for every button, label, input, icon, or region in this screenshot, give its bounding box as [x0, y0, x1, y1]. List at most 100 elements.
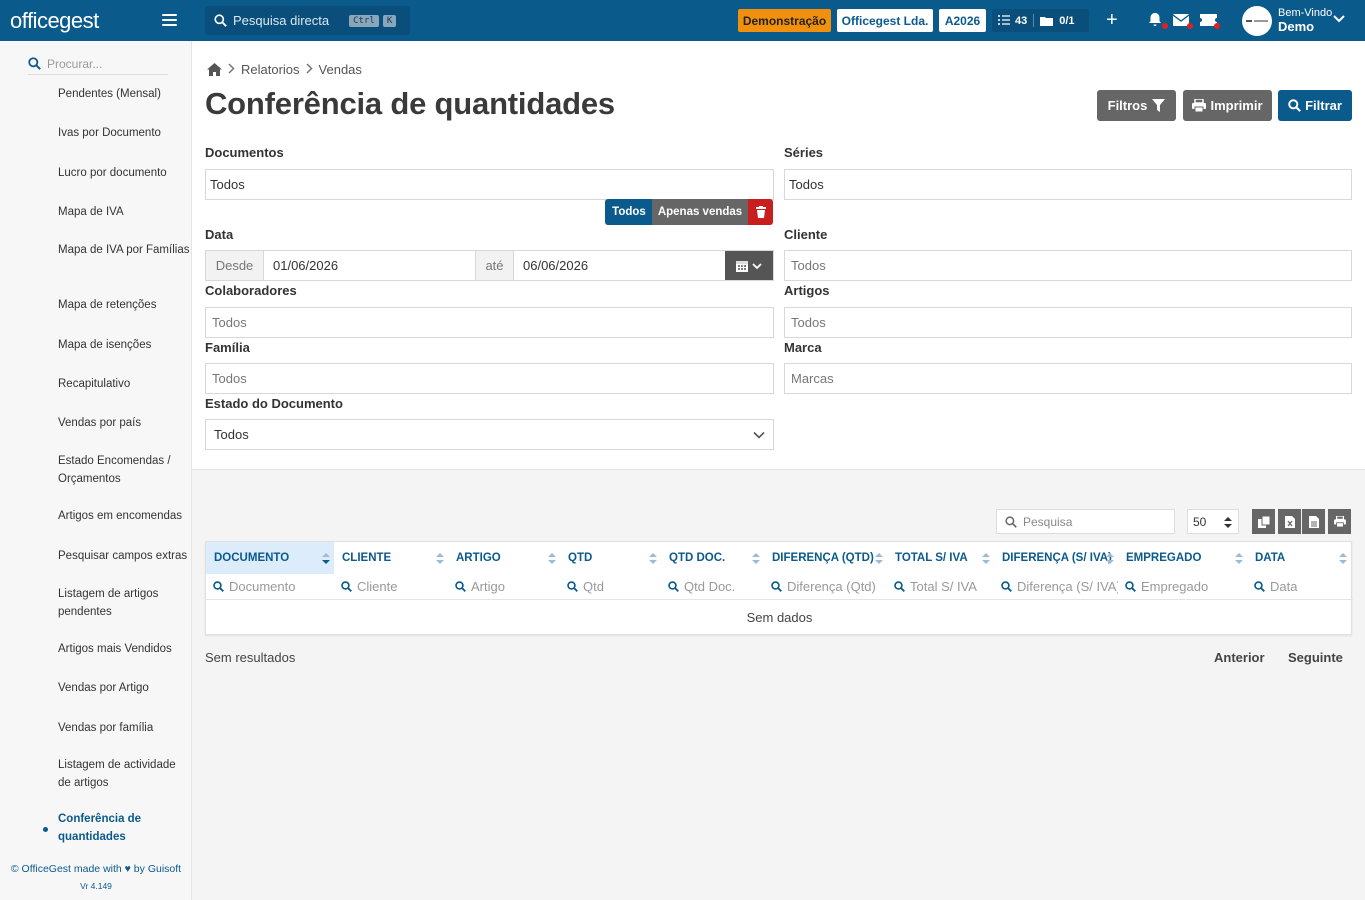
- csv-button[interactable]: [1302, 509, 1325, 534]
- user-welcome[interactable]: Bem-Vindo Demo: [1278, 7, 1332, 34]
- artigos-field[interactable]: Todos: [784, 307, 1352, 338]
- column-header-qtd[interactable]: QTD: [560, 542, 661, 574]
- column-header-data[interactable]: DATA: [1247, 542, 1351, 574]
- sidebar-item[interactable]: Mapa de retenções: [58, 296, 190, 314]
- active-indicator-icon: [43, 827, 48, 832]
- estado-select[interactable]: Todos: [205, 419, 774, 450]
- breadcrumb-item[interactable]: Relatorios: [241, 62, 300, 77]
- sidebar-item[interactable]: Pendentes (Mensal): [58, 85, 190, 103]
- apenas-vendas-button[interactable]: Apenas vendas: [652, 199, 748, 225]
- cliente-field[interactable]: Todos: [784, 250, 1352, 281]
- mail-icon[interactable]: [1172, 12, 1193, 29]
- demo-badge[interactable]: Demonstração: [738, 9, 831, 32]
- sidebar-search-input[interactable]: Procurar...: [28, 53, 168, 75]
- column-header-diferenca-s-iva[interactable]: DIFERENÇA (S/ IVA): [994, 542, 1118, 574]
- sidebar-item[interactable]: Vendas por Artigo: [58, 679, 190, 697]
- colaboradores-field[interactable]: Todos: [205, 307, 774, 338]
- sidebar-item[interactable]: Mapa de IVA por Famílias: [58, 241, 190, 259]
- column-filter-artigo[interactable]: Artigo: [448, 574, 560, 598]
- column-filter-qtd-doc[interactable]: Qtd Doc.: [661, 574, 764, 598]
- column-header-diferenca-qtd[interactable]: DIFERENÇA (QTD): [764, 542, 887, 574]
- global-search[interactable]: Pesquisa directa Ctrl K: [205, 6, 410, 35]
- sidebar-item[interactable]: Pesquisar campos extras: [58, 547, 190, 565]
- table-search-input[interactable]: Pesquisa: [996, 509, 1175, 534]
- sort-updown-icon: [1224, 517, 1232, 528]
- imprimir-button[interactable]: Imprimir: [1183, 90, 1272, 121]
- welcome-label: Bem-Vindo: [1278, 7, 1333, 19]
- sidebar-item[interactable]: Mapa de IVA: [58, 203, 190, 221]
- chevron-down-icon: [753, 431, 765, 439]
- bell-icon[interactable]: [1148, 12, 1168, 29]
- avatar[interactable]: [1242, 6, 1272, 36]
- column-filter-empregado[interactable]: Empregado: [1118, 574, 1247, 598]
- footer-version: Vr 4.149: [80, 881, 112, 891]
- date-from-input[interactable]: 01/06/2026: [264, 251, 476, 280]
- company-badge[interactable]: Officegest Lda.: [837, 9, 933, 32]
- estado-label: Estado do Documento: [205, 396, 343, 411]
- column-filter-placeholder: Qtd: [583, 578, 604, 594]
- sidebar-item[interactable]: Vendas por família: [58, 719, 190, 737]
- familia-field[interactable]: Todos: [205, 363, 774, 394]
- previous-page-button[interactable]: Anterior: [1214, 650, 1265, 665]
- clear-documentos-button[interactable]: [748, 199, 773, 225]
- filtrar-button[interactable]: Filtrar: [1278, 90, 1352, 121]
- column-filter-diferenca-s-iva[interactable]: Diferença (S/ IVA): [994, 574, 1118, 598]
- column-header-total-s-iva[interactable]: TOTAL S/ IVA: [887, 542, 994, 574]
- sidebar-item[interactable]: Listagem de artigos pendentes: [58, 585, 190, 621]
- excel-button[interactable]: [1278, 509, 1301, 534]
- calendar-icon: [736, 260, 748, 272]
- logo[interactable]: officegest: [0, 0, 192, 41]
- sidebar-item[interactable]: Listagem de actividade de artigos: [58, 756, 190, 792]
- column-header-cliente[interactable]: CLIENTE: [334, 542, 448, 574]
- sidebar-item[interactable]: Estado Encomendas / Orçamentos: [58, 452, 190, 488]
- date-picker-button[interactable]: [725, 251, 773, 280]
- table-search-placeholder: Pesquisa: [1023, 514, 1073, 529]
- counters-group[interactable]: 43 0/1: [992, 9, 1089, 32]
- sidebar-item[interactable]: Artigos em encomendas: [58, 507, 190, 525]
- sidebar-item[interactable]: Recapitulativo: [58, 375, 190, 393]
- documentos-field[interactable]: Todos: [205, 169, 774, 200]
- search-icon: [1254, 580, 1265, 592]
- sort-icon: [752, 553, 760, 564]
- menu-icon[interactable]: [162, 14, 177, 26]
- copy-button[interactable]: [1252, 509, 1275, 534]
- column-header-empregado[interactable]: EMPREGADO: [1118, 542, 1247, 574]
- marca-field[interactable]: Marcas: [784, 363, 1352, 394]
- series-field[interactable]: Todos: [784, 169, 1352, 200]
- sidebar-item[interactable]: Artigos mais Vendidos: [58, 640, 190, 658]
- column-filter-qtd[interactable]: Qtd: [560, 574, 661, 598]
- column-header-documento[interactable]: DOCUMENTO: [206, 542, 334, 574]
- column-filter-data[interactable]: Data: [1247, 574, 1351, 598]
- column-filter-documento[interactable]: Documento: [206, 574, 334, 598]
- filtros-button[interactable]: Filtros: [1097, 90, 1176, 121]
- sidebar-item[interactable]: Mapa de isenções: [58, 336, 190, 354]
- plus-icon[interactable]: +: [1106, 10, 1118, 30]
- home-icon[interactable]: [207, 63, 222, 76]
- copy-icon: [1257, 515, 1270, 528]
- column-header-label: ARTIGO: [456, 552, 501, 564]
- column-filter-diferenca-qtd[interactable]: Diferença (Qtd): [764, 574, 887, 598]
- documentos-todos-button[interactable]: Todos: [605, 199, 653, 225]
- year-badge[interactable]: A2026: [939, 9, 986, 32]
- sort-icon: [548, 553, 556, 564]
- column-filter-cliente[interactable]: Cliente: [334, 574, 448, 598]
- familia-label: Família: [205, 340, 250, 355]
- sidebar-item[interactable]: Ivas por Documento: [58, 124, 190, 142]
- sidebar-item-active[interactable]: Conferência de quantidades: [58, 810, 190, 846]
- column-header-label: QTD: [568, 552, 593, 564]
- column-filter-total-s-iva[interactable]: Total S/ IVA: [887, 574, 994, 598]
- breadcrumb-item[interactable]: Vendas: [319, 62, 362, 77]
- print-table-button[interactable]: [1328, 509, 1351, 534]
- sidebar-item[interactable]: Vendas por país: [58, 414, 190, 432]
- search-icon: [28, 57, 41, 70]
- page-size-select[interactable]: 50: [1187, 509, 1239, 534]
- next-page-button[interactable]: Seguinte: [1288, 650, 1343, 665]
- sidebar-item[interactable]: Lucro por documento: [58, 164, 190, 182]
- column-header-label: TOTAL S/ IVA: [895, 552, 968, 564]
- column-header-qtd-doc[interactable]: QTD DOC.: [661, 542, 764, 574]
- user-dropdown-icon[interactable]: [1333, 14, 1345, 24]
- column-header-artigo[interactable]: ARTIGO: [448, 542, 560, 574]
- date-to-input[interactable]: 06/06/2026: [514, 251, 725, 280]
- sidebar: Procurar... Pendentes (Mensal) Ivas por …: [0, 41, 192, 900]
- ticket-icon[interactable]: [1200, 12, 1220, 29]
